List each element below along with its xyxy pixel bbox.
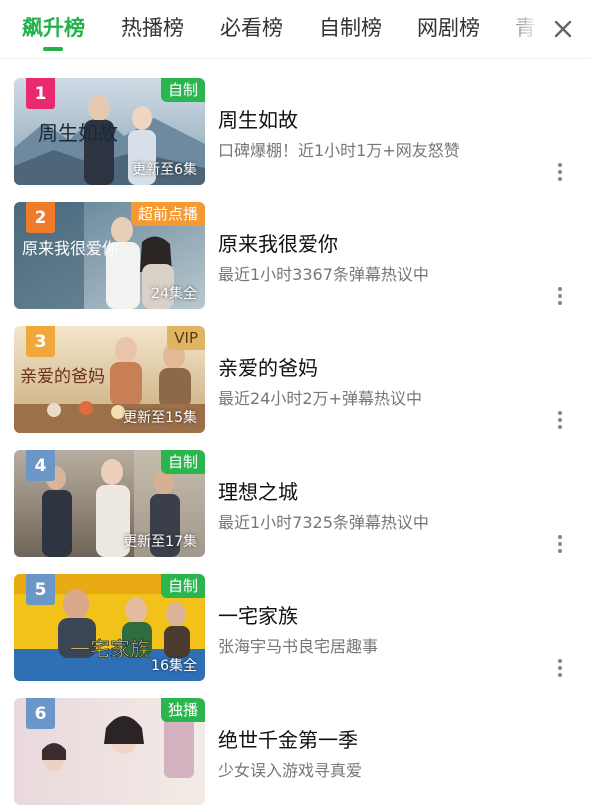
item-title[interactable]: 原来我很爱你 — [218, 228, 338, 257]
list-item[interactable]: 6 独播 绝世千金第一季 少女误入游戏寻真爱 — [0, 678, 590, 805]
more-options-button[interactable] — [548, 408, 572, 432]
episode-status: 更新至15集 — [123, 410, 197, 426]
more-vertical-icon — [558, 411, 562, 429]
poster-thumbnail[interactable]: 4 自制 更新至17集 — [14, 450, 205, 557]
tab-youth[interactable]: 青 — [515, 14, 536, 42]
item-description: 张海宇马书良宅居趣事 — [218, 637, 379, 656]
poster-thumbnail[interactable]: 亲爱的爸妈 3 VIP 更新至15集 — [14, 326, 205, 433]
tag-badge: 自制 — [160, 78, 205, 102]
tab-web-drama[interactable]: 网剧榜 — [417, 14, 480, 42]
item-title[interactable]: 亲爱的爸妈 — [218, 352, 318, 381]
item-title[interactable]: 理想之城 — [218, 476, 298, 505]
rank-badge: 4 — [26, 450, 55, 481]
item-description: 口碑爆棚！近1小时1万+网友怒赞 — [218, 141, 460, 160]
tag-badge: VIP — [167, 326, 205, 350]
more-options-button[interactable] — [548, 284, 572, 308]
episode-status: 16集全 — [151, 658, 197, 674]
more-options-button[interactable] — [548, 532, 572, 556]
rank-badge: 1 — [26, 78, 55, 109]
item-title[interactable]: 绝世千金第一季 — [218, 724, 358, 753]
rank-badge: 2 — [26, 202, 55, 233]
rank-badge: 6 — [26, 698, 55, 729]
rank-badge: 3 — [26, 326, 55, 357]
item-description: 最近24小时2万+弹幕热议中 — [218, 389, 422, 408]
item-description: 最近1小时3367条弹幕热议中 — [218, 265, 429, 284]
tag-badge: 独播 — [160, 698, 205, 722]
close-button[interactable] — [546, 12, 580, 46]
episode-status: 更新至17集 — [123, 534, 197, 550]
close-icon — [554, 20, 572, 38]
poster-thumbnail[interactable]: 6 独播 — [14, 698, 205, 805]
poster-title-text: 周生如故 — [38, 121, 118, 145]
tab-surge[interactable]: 飙升榜 — [22, 14, 85, 42]
ranking-tab-bar: 飙升榜 热播榜 必看榜 自制榜 网剧榜 青 — [0, 0, 590, 59]
list-item[interactable]: 原来我很爱你 2 超前点播 24集全 原来我很爱你 最近1小时3367条弹幕热议… — [0, 182, 590, 309]
tab-must-watch[interactable]: 必看榜 — [220, 14, 283, 42]
poster-thumbnail[interactable]: 周生如故 1 自制 更新至6集 — [14, 78, 205, 185]
tab-original[interactable]: 自制榜 — [319, 14, 382, 42]
poster-thumbnail[interactable]: 一宅家族 5 自制 16集全 — [14, 574, 205, 681]
more-vertical-icon — [558, 535, 562, 553]
more-vertical-icon — [558, 287, 562, 305]
episode-status: 更新至6集 — [132, 162, 197, 178]
list-item[interactable]: 4 自制 更新至17集 理想之城 最近1小时7325条弹幕热议中 — [0, 430, 590, 557]
tag-badge: 自制 — [160, 574, 205, 598]
poster-thumbnail[interactable]: 原来我很爱你 2 超前点播 24集全 — [14, 202, 205, 309]
item-title[interactable]: 一宅家族 — [218, 600, 298, 629]
more-options-button[interactable] — [548, 656, 572, 680]
item-title[interactable]: 周生如故 — [218, 104, 298, 133]
tab-hot[interactable]: 热播榜 — [121, 14, 184, 42]
episode-status: 24集全 — [151, 286, 197, 302]
rank-badge: 5 — [26, 574, 55, 605]
list-item[interactable]: 亲爱的爸妈 3 VIP 更新至15集 亲爱的爸妈 最近24小时2万+弹幕热议中 — [0, 306, 590, 433]
tag-badge: 超前点播 — [130, 202, 205, 226]
item-description: 最近1小时7325条弹幕热议中 — [218, 513, 429, 532]
tag-badge: 自制 — [160, 450, 205, 474]
more-vertical-icon — [558, 163, 562, 181]
more-options-button[interactable] — [548, 160, 572, 184]
poster-title-text: 亲爱的爸妈 — [20, 367, 105, 387]
more-vertical-icon — [558, 659, 562, 677]
poster-title-text: 一宅家族 — [70, 637, 150, 661]
list-item[interactable]: 一宅家族 5 自制 16集全 一宅家族 张海宇马书良宅居趣事 — [0, 554, 590, 681]
item-description: 少女误入游戏寻真爱 — [218, 761, 363, 780]
active-tab-indicator — [43, 47, 63, 51]
list-item[interactable]: 周生如故 1 自制 更新至6集 周生如故 口碑爆棚！近1小时1万+网友怒赞 — [0, 58, 590, 185]
poster-title-text: 原来我很爱你 — [22, 239, 118, 258]
